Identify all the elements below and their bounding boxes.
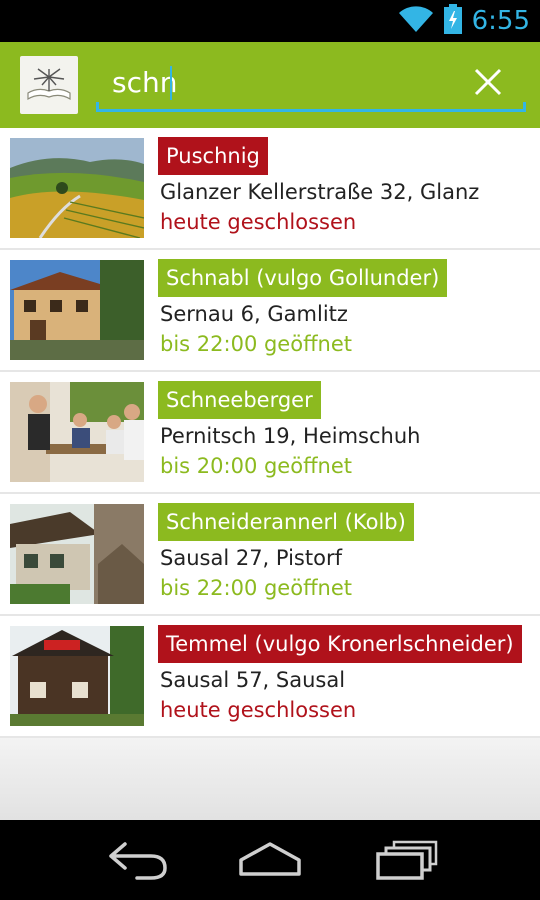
status-icons: 6:55	[398, 4, 530, 38]
status-time: 6:55	[471, 6, 530, 36]
search-field[interactable]	[96, 52, 526, 116]
recent-apps-icon[interactable]	[372, 838, 442, 882]
opening-hours: heute geschlossen	[160, 698, 357, 722]
opening-hours: bis 22:00 geöffnet	[160, 332, 353, 356]
farmhouse-photo	[10, 260, 144, 360]
people-at-table-photo	[10, 382, 144, 482]
wooden-house-sign-photo	[10, 504, 144, 604]
navigation-bar	[0, 820, 540, 900]
winery-address: Sausal 27, Pistorf	[160, 546, 342, 570]
winery-logo-icon[interactable]	[20, 56, 78, 114]
winery-address: Pernitsch 19, Heimschuh	[160, 424, 421, 448]
wooden-cottage-photo	[10, 626, 144, 726]
list-empty-area	[0, 738, 540, 820]
winery-address: Sausal 57, Sausal	[160, 668, 346, 692]
search-underline-tick-right	[523, 102, 526, 112]
winery-name-badge: Temmel (vulgo Kronerlschneider)	[158, 625, 522, 663]
home-icon[interactable]	[235, 838, 305, 882]
results-list[interactable]: Puschnig Glanzer Kellerstraße 32, Glanz …	[0, 128, 540, 820]
winery-name-badge: Schneeberger	[158, 381, 321, 419]
close-icon[interactable]	[470, 64, 506, 100]
wifi-icon	[398, 5, 434, 37]
vineyard-hills-photo	[10, 138, 144, 238]
status-bar: 6:55	[0, 0, 540, 42]
search-input[interactable]	[96, 52, 526, 112]
winery-name-badge: Puschnig	[158, 137, 268, 175]
battery-charging-icon	[443, 4, 462, 38]
winery-address: Glanzer Kellerstraße 32, Glanz	[160, 180, 480, 204]
text-cursor	[170, 66, 172, 100]
list-item[interactable]: Puschnig Glanzer Kellerstraße 32, Glanz …	[0, 128, 540, 250]
list-item[interactable]: Schnabl (vulgo Gollunder) Sernau 6, Gaml…	[0, 250, 540, 372]
list-item[interactable]: Schneeberger Pernitsch 19, Heimschuh bis…	[0, 372, 540, 494]
opening-hours: heute geschlossen	[160, 210, 357, 234]
winery-name-badge: Schneideranner​l (Kolb)	[158, 503, 414, 541]
search-underline-tick-left	[96, 102, 99, 112]
opening-hours: bis 20:00 geöffnet	[160, 454, 353, 478]
winery-address: Sernau 6, Gamlitz	[160, 302, 348, 326]
back-icon[interactable]	[103, 838, 173, 882]
winery-name-badge: Schnabl (vulgo Gollunder)	[158, 259, 448, 297]
opening-hours: bis 22:00 geöffnet	[160, 576, 353, 600]
search-underline	[96, 109, 526, 112]
list-item[interactable]: Schneideranner​l (Kolb) Sausal 27, Pisto…	[0, 494, 540, 616]
list-item[interactable]: Temmel (vulgo Kronerlschneider) Sausal 5…	[0, 616, 540, 738]
action-bar	[0, 42, 540, 128]
